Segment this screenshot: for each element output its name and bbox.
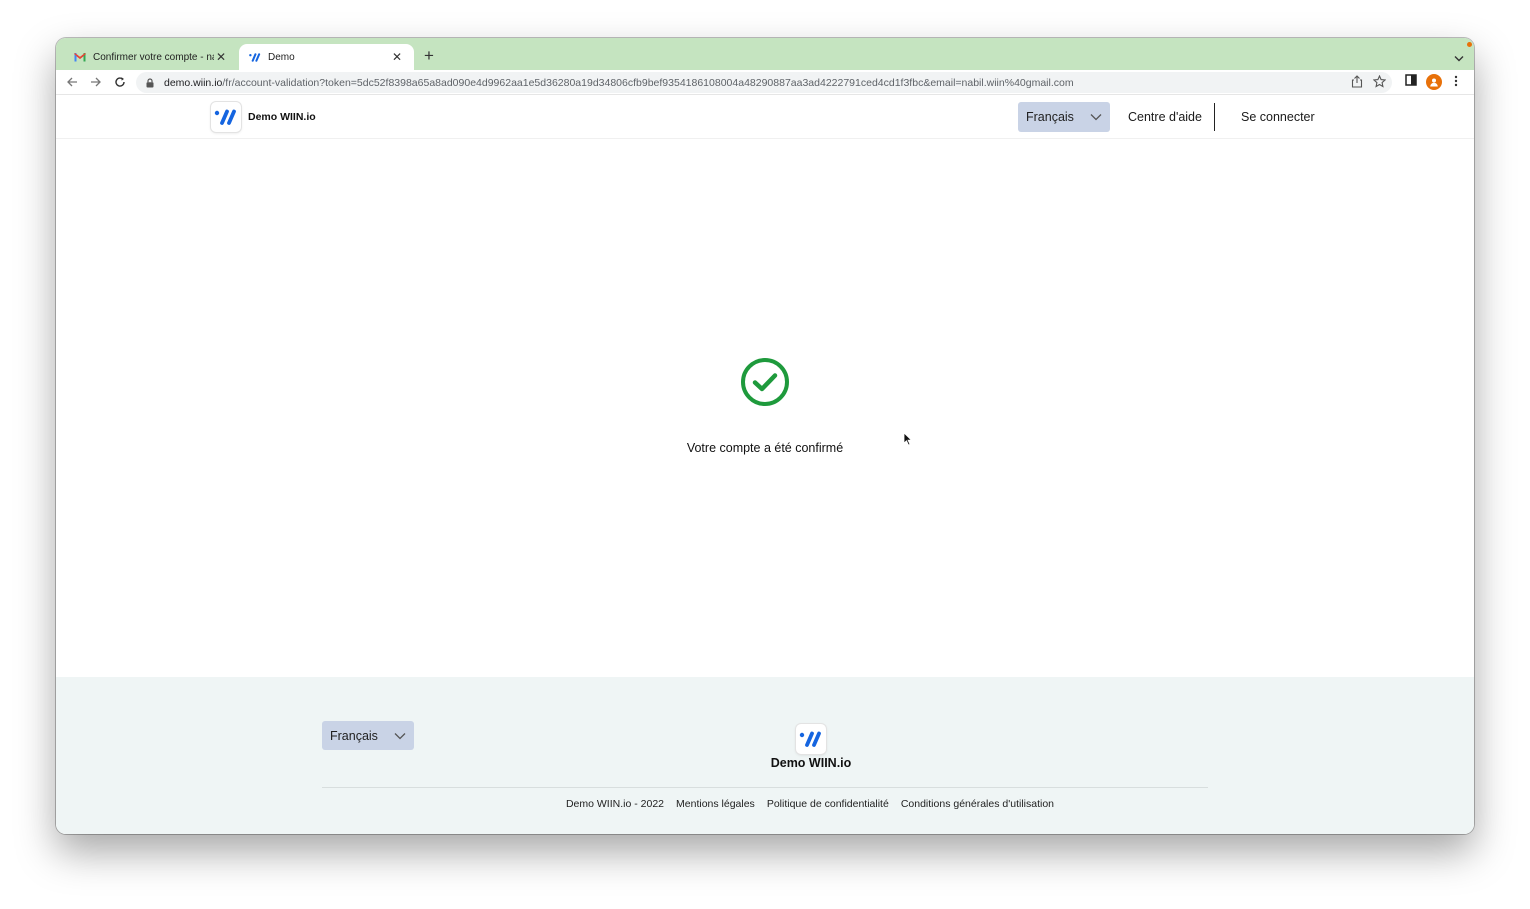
close-tab-icon[interactable]: ✕ — [390, 50, 404, 64]
header-divider — [1214, 103, 1215, 131]
bookmark-star-icon[interactable] — [1372, 74, 1387, 93]
footer-divider — [322, 787, 1208, 788]
chevron-down-icon — [394, 729, 406, 743]
more-menu-icon[interactable] — [1454, 75, 1458, 87]
new-tab-button[interactable]: + — [424, 47, 434, 65]
recording-indicator — [1467, 42, 1472, 47]
url-path: /fr/account-validation?token=5dc52f8398a… — [222, 76, 1074, 89]
tab-title: Demo — [268, 51, 295, 63]
wiin-logo-icon — [796, 724, 826, 754]
url-text[interactable]: demo.wiin.io/fr/account-validation?token… — [164, 77, 1074, 89]
site-header: Demo WIIN.io Français Centre d'aide Se c… — [56, 95, 1474, 139]
copyright-text: Demo WIIN.io - 2022 — [565, 798, 665, 810]
brand-name: Demo WIIN.io — [248, 111, 316, 123]
wiin-logo-icon — [211, 102, 241, 132]
footer-brand-name: Demo WIIN.io — [770, 756, 852, 770]
share-icon[interactable] — [1351, 75, 1363, 93]
url-host: demo.wiin.io — [164, 76, 223, 89]
chevron-down-icon — [1090, 110, 1102, 124]
legal-notice-link[interactable]: Mentions légales — [676, 798, 755, 810]
privacy-policy-link[interactable]: Politique de confidentialité — [767, 798, 889, 810]
address-bar[interactable]: demo.wiin.io/fr/account-validation?token… — [136, 72, 1392, 93]
language-select[interactable]: Français — [1018, 102, 1110, 132]
language-value: Français — [1026, 110, 1074, 124]
side-panel-icon[interactable] — [1405, 74, 1417, 86]
site-footer: Français Demo WIIN.io Demo WIIN.io - 202… — [56, 677, 1474, 834]
footer-links: Demo WIIN.io - 2022 Mentions légales Pol… — [56, 798, 1474, 810]
browser-window: Confirmer votre compte - nabil ✕ Demo ✕ … — [56, 38, 1474, 834]
reload-icon[interactable] — [113, 75, 127, 89]
language-value: Français — [330, 728, 378, 743]
brand-link[interactable]: Demo WIIN.io — [211, 102, 316, 132]
wiin-logo-icon — [249, 51, 261, 63]
tab-gmail[interactable]: Confirmer votre compte - nabil ✕ — [64, 44, 238, 70]
tab-demo[interactable]: Demo ✕ — [239, 44, 414, 70]
profile-avatar-icon[interactable] — [1426, 74, 1442, 90]
back-arrow-icon[interactable] — [65, 75, 79, 89]
help-center-link[interactable]: Centre d'aide — [1128, 110, 1202, 124]
lock-icon[interactable] — [146, 77, 156, 88]
login-link[interactable]: Se connecter — [1241, 110, 1315, 124]
close-tab-icon[interactable]: ✕ — [214, 50, 228, 64]
tab-title: Confirmer votre compte - nabil — [93, 51, 214, 63]
page-content: Demo WIIN.io Français Centre d'aide Se c… — [56, 95, 1474, 834]
gmail-icon — [74, 51, 86, 63]
footer-language-select[interactable]: Français — [322, 721, 414, 750]
confirmation-message: Votre compte a été confirmé — [686, 441, 844, 455]
mouse-cursor-icon — [903, 432, 913, 446]
terms-of-use-link[interactable]: Conditions générales d'utilisation — [901, 798, 1054, 810]
chevron-down-icon[interactable] — [1454, 49, 1464, 67]
forward-arrow-icon[interactable] — [89, 75, 103, 89]
browser-toolbar: demo.wiin.io/fr/account-validation?token… — [56, 70, 1474, 95]
check-circle-icon — [741, 358, 789, 406]
tab-strip: Confirmer votre compte - nabil ✕ Demo ✕ … — [56, 38, 1474, 70]
